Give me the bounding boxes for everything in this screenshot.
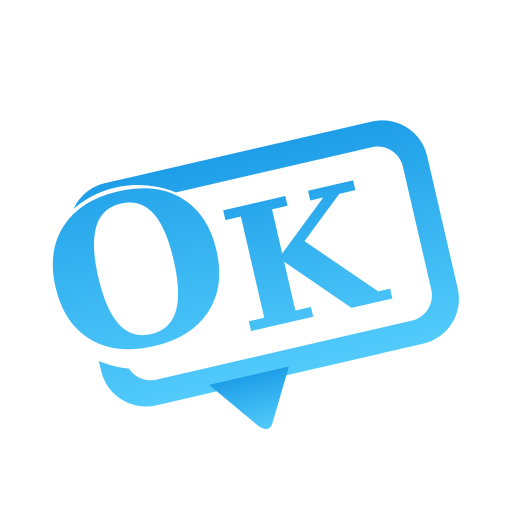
- ok-logo: O K: [0, 0, 512, 512]
- speech-bubble-icon: O K: [20, 120, 459, 430]
